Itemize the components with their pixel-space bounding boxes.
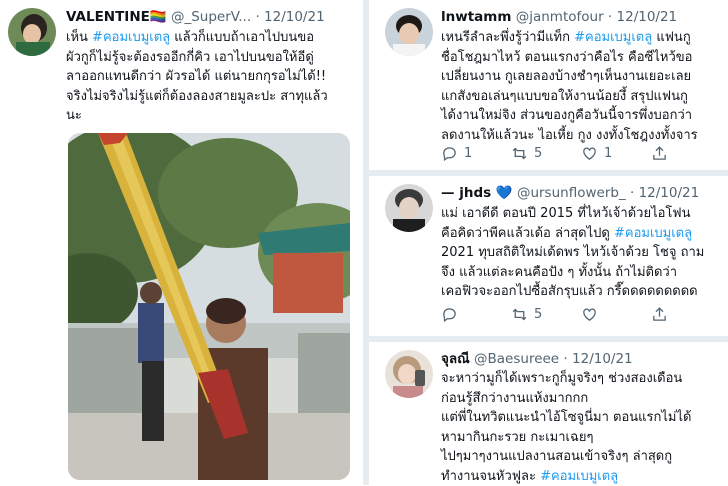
- tweet-card[interactable]: lnwtamm @janmtofour · 12/10/21 เหนรีลำละ…: [369, 0, 728, 170]
- tweet-card[interactable]: — jhds 💙 @ursunflowerb_ · 12/10/21 แม่ เ…: [369, 176, 728, 336]
- heart-icon: [583, 308, 596, 321]
- hashtag[interactable]: #คอมเบมูเตลู: [92, 30, 170, 45]
- display-name[interactable]: VALENTINE🏳️‍🌈: [66, 9, 167, 25]
- retweet-icon: [512, 147, 527, 160]
- like-button[interactable]: 1: [581, 145, 612, 162]
- avatar[interactable]: [385, 8, 433, 56]
- tweet-date[interactable]: 12/10/21: [639, 185, 700, 201]
- reply-icon: [443, 308, 456, 323]
- dot-separator: ·: [563, 351, 573, 367]
- dot-separator: ·: [629, 185, 639, 201]
- avatar[interactable]: [8, 8, 56, 56]
- tweet-card[interactable]: VALENTINE🏳️‍🌈 @_SuperV... · 12/10/21 เห็…: [0, 0, 363, 485]
- hashtag[interactable]: #คอมเบมูเตลู: [540, 469, 618, 484]
- tweet-date[interactable]: 12/10/21: [617, 9, 678, 25]
- display-name[interactable]: จุลณี: [441, 351, 470, 367]
- avatar[interactable]: [385, 184, 433, 232]
- share-icon: [653, 307, 666, 321]
- tweet-text: เห็น #คอมเบมูเตลู แล้วก็แบบถ้าเอาไปบนขอ …: [66, 30, 328, 123]
- retweet-count: 5: [534, 146, 543, 161]
- tweet-date[interactable]: 12/10/21: [572, 351, 633, 367]
- tweet-actions: 1 5 1: [441, 145, 725, 165]
- share-icon: [653, 146, 666, 160]
- dot-separator: ·: [607, 9, 617, 25]
- tweet-photo[interactable]: [68, 133, 350, 480]
- reply-button[interactable]: 1: [441, 145, 472, 162]
- hashtag[interactable]: #คอมเบมูเตลู: [614, 226, 692, 241]
- tweet-date[interactable]: 12/10/21: [264, 9, 325, 25]
- heart-icon: [583, 147, 596, 160]
- retweet-button[interactable]: 5: [511, 306, 542, 323]
- tweet-card[interactable]: จุลณี @Baesureee · 12/10/21 จะหาว่ามูก็ไ…: [369, 342, 728, 485]
- retweet-count: 5: [534, 307, 543, 322]
- display-name[interactable]: — jhds 💙: [441, 185, 513, 201]
- tweet-text: แม่ เอาดีดี ตอนปี 2015 ที่ไหว้เจ้าด้วยไอ…: [441, 206, 705, 299]
- dot-separator: ·: [255, 9, 265, 25]
- reply-icon: [443, 147, 456, 162]
- tweet-actions: 5: [441, 306, 725, 326]
- reply-count: 1: [464, 146, 473, 161]
- username[interactable]: @ursunflowerb_: [517, 185, 626, 201]
- tweet-text: จะหาว่ามูก็ได้เพราะกูก็มูจริงๆ ช่วงสองเด…: [441, 371, 692, 484]
- reply-button[interactable]: [441, 306, 464, 323]
- avatar[interactable]: [385, 350, 433, 398]
- share-button[interactable]: [651, 145, 668, 162]
- tweet-text: เหนรีลำละพึ่งรู้ว่ามีแท็ก #คอมเบมูเตลู แ…: [441, 30, 698, 143]
- share-button[interactable]: [651, 306, 668, 323]
- retweet-button[interactable]: 5: [511, 145, 542, 162]
- retweet-icon: [512, 308, 527, 321]
- like-button[interactable]: [581, 306, 604, 323]
- username[interactable]: @janmtofour: [516, 9, 604, 25]
- like-count: 1: [604, 146, 613, 161]
- username[interactable]: @Baesureee: [474, 351, 559, 367]
- hashtag[interactable]: #คอมเบมูเตลู: [574, 30, 652, 45]
- username[interactable]: @_SuperV...: [171, 9, 251, 25]
- display-name[interactable]: lnwtamm: [441, 9, 511, 25]
